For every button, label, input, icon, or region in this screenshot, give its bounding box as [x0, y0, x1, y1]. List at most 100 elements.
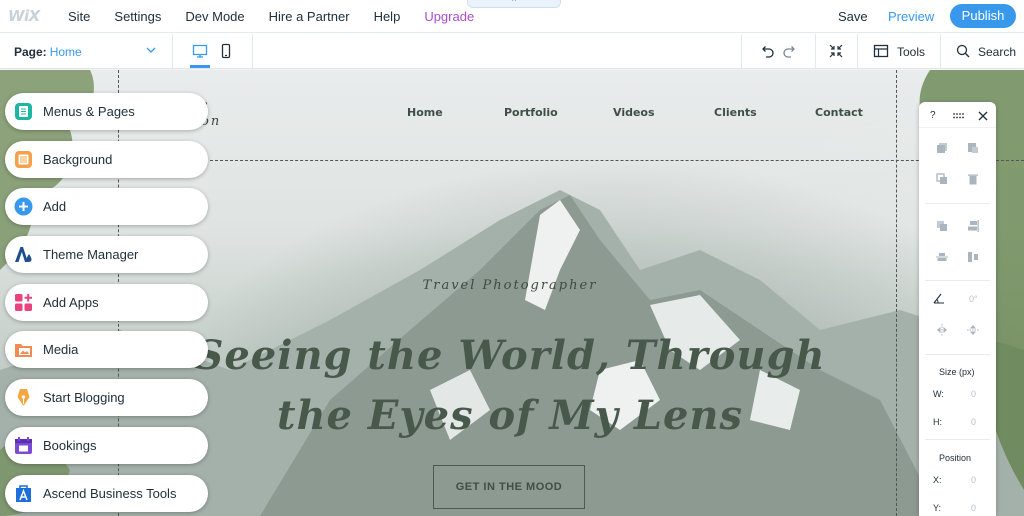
size-section-title: Size (px): [939, 367, 975, 377]
theme-manager-button[interactable]: Theme Manager: [5, 236, 208, 274]
left-add-panel: Menus & Pages Background Add Theme Manag…: [5, 93, 209, 516]
bookings-label: Bookings: [43, 437, 97, 453]
x-value[interactable]: 0: [971, 475, 976, 485]
add-button[interactable]: Add: [5, 188, 208, 226]
page-selector-value: Home: [49, 44, 82, 59]
drag-handle-icon[interactable]: [952, 110, 964, 122]
add-apps-label: Add Apps: [43, 294, 99, 310]
toolbar-divider: [252, 34, 253, 69]
distribute-icon[interactable]: [967, 251, 979, 263]
chevron-down-icon: [146, 47, 156, 53]
toolbar-divider: [172, 34, 173, 69]
tools-icon[interactable]: [873, 43, 889, 59]
add-icon: [14, 197, 33, 216]
menus-and-pages-button[interactable]: Menus & Pages: [5, 93, 208, 130]
trash-icon[interactable]: [967, 173, 979, 185]
rotate-angle-icon[interactable]: [933, 292, 945, 304]
redo-icon[interactable]: [782, 43, 798, 59]
copy-icon[interactable]: [936, 142, 948, 154]
add-apps-button[interactable]: Add Apps: [5, 283, 208, 321]
height-label: H:: [933, 417, 942, 427]
menu-help[interactable]: Help: [374, 9, 401, 24]
help-icon[interactable]: ?: [930, 110, 936, 121]
site-nav-contact[interactable]: Contact: [815, 106, 863, 119]
theme-manager-label: Theme Manager: [43, 247, 139, 263]
panel-divider: [925, 280, 990, 281]
site-headline-line-2: the Eyes of My Lens: [277, 392, 743, 439]
site-nav-home[interactable]: Home: [407, 106, 443, 119]
site-tagline[interactable]: Travel Photographer: [300, 278, 720, 293]
undo-icon[interactable]: [759, 43, 775, 59]
menu-upgrade[interactable]: Upgrade: [424, 9, 474, 24]
align-right-icon[interactable]: [967, 220, 979, 232]
apps-icon: [15, 293, 32, 311]
theme-icon: [15, 247, 32, 263]
collapse-toolbar-button[interactable]: ⌃: [467, 0, 561, 8]
bookings-button[interactable]: Bookings: [5, 426, 208, 464]
calendar-icon: [15, 436, 32, 454]
site-headline[interactable]: Seeing the World, Through the Eyes of My…: [180, 326, 840, 446]
tools-button-label[interactable]: Tools: [897, 45, 925, 59]
flip-vertical-icon[interactable]: [967, 324, 979, 336]
panel-divider: [925, 439, 990, 440]
background-button[interactable]: Background: [5, 140, 208, 178]
component-properties-panel: ? 0° Size (px) W: 0 H: 0 Position X: 0 Y…: [919, 102, 996, 516]
desktop-view-active-indicator: [190, 65, 210, 68]
background-label: Background: [43, 151, 113, 167]
ascend-business-tools-label: Ascend Business Tools: [43, 485, 177, 501]
mobile-view-icon[interactable]: [218, 43, 234, 59]
menu-site[interactable]: Site: [68, 9, 90, 24]
ascend-icon: [16, 484, 31, 502]
pages-icon: [15, 103, 32, 120]
menu-hire-a-partner[interactable]: Hire a Partner: [269, 9, 350, 24]
add-label: Add: [43, 199, 67, 215]
menu-settings[interactable]: Settings: [114, 9, 161, 24]
properties-panel-header: ?: [919, 102, 996, 128]
site-nav-portfolio[interactable]: Portfolio: [504, 106, 558, 119]
duplicate-icon[interactable]: [936, 173, 948, 185]
align-center-icon[interactable]: [936, 251, 948, 263]
media-label: Media: [43, 342, 79, 358]
publish-button[interactable]: Publish: [950, 4, 1016, 28]
width-label: W:: [933, 389, 944, 399]
blog-pen-icon: [17, 389, 30, 407]
panel-divider: [925, 203, 990, 204]
search-icon[interactable]: [955, 43, 971, 59]
close-icon[interactable]: [977, 110, 989, 122]
angle-value[interactable]: 0°: [969, 294, 978, 304]
toolbar-divider: [741, 34, 742, 69]
desktop-view-icon[interactable]: [192, 43, 208, 59]
ascend-business-tools-button[interactable]: Ascend Business Tools: [5, 474, 208, 512]
save-button[interactable]: Save: [838, 9, 868, 24]
width-value[interactable]: 0: [971, 389, 976, 399]
arrange-icon[interactable]: [936, 220, 948, 232]
panel-divider: [925, 354, 990, 355]
get-in-the-mood-button[interactable]: GET IN THE MOOD: [433, 465, 585, 509]
start-blogging-button[interactable]: Start Blogging: [5, 379, 208, 417]
wix-logo: WiX: [8, 7, 40, 25]
y-value[interactable]: 0: [971, 503, 976, 513]
main-menu: Site Settings Dev Mode Hire a Partner He…: [68, 0, 498, 33]
zoom-out-icon[interactable]: [828, 43, 844, 59]
site-nav-clients[interactable]: Clients: [714, 106, 757, 119]
x-label: X:: [933, 475, 942, 485]
preview-button[interactable]: Preview: [888, 9, 934, 24]
page-selector[interactable]: Page: Home: [14, 34, 164, 69]
page-selector-label: Page:: [14, 44, 47, 59]
height-value[interactable]: 0: [971, 417, 976, 427]
menus-and-pages-label: Menus & Pages: [43, 104, 135, 119]
search-button-label[interactable]: Search: [978, 45, 1016, 59]
menu-dev-mode[interactable]: Dev Mode: [185, 9, 244, 24]
flip-horizontal-icon[interactable]: [936, 324, 948, 336]
site-headline-line-1: Seeing the World, Through: [194, 332, 826, 379]
toolbar-divider: [815, 34, 816, 69]
media-icon: [15, 344, 32, 358]
right-gridline: [896, 70, 897, 516]
editor-toolbar: Page: Home Tools Search: [0, 34, 1024, 69]
position-section-title: Position: [939, 453, 972, 463]
start-blogging-label: Start Blogging: [43, 390, 125, 406]
site-nav-videos[interactable]: Videos: [613, 106, 655, 119]
toolbar-divider: [857, 34, 858, 69]
paste-icon[interactable]: [967, 142, 979, 154]
media-button[interactable]: Media: [5, 331, 208, 369]
